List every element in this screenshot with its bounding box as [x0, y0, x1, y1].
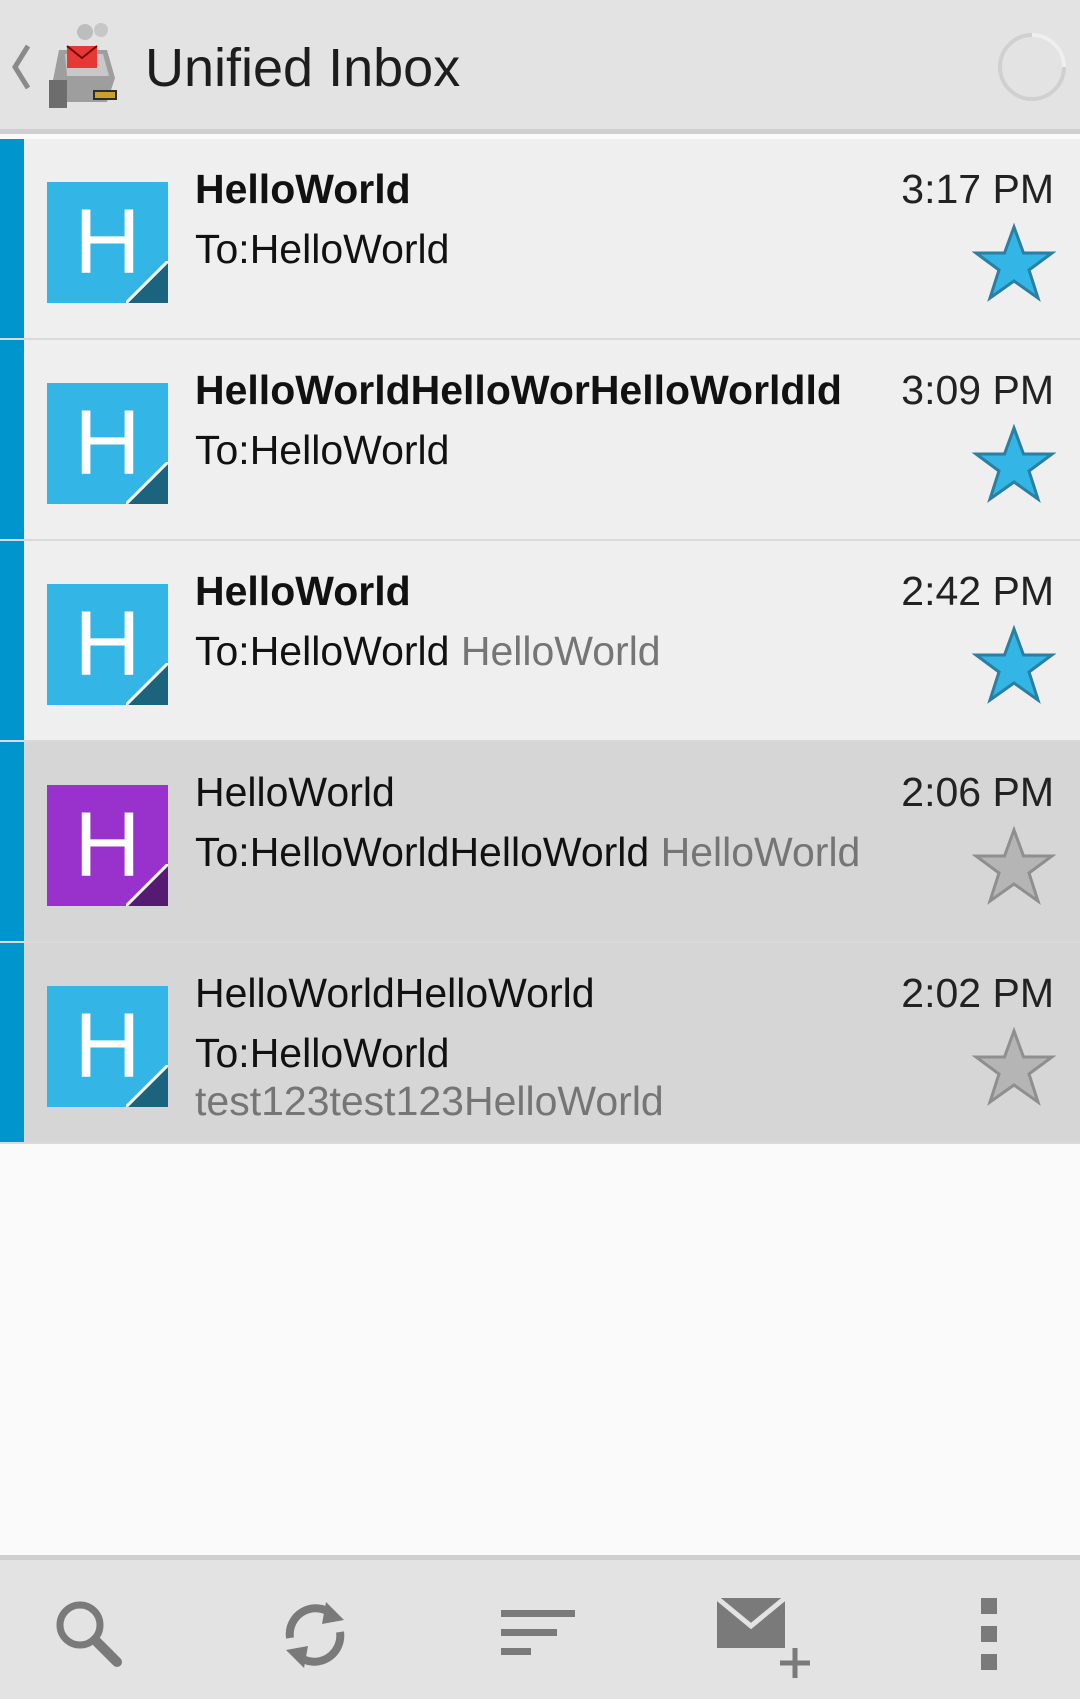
compose-icon[interactable] [715, 1590, 815, 1680]
message-list: H HelloWorld 3:17 PM To:HelloWorld H Hel… [0, 139, 1080, 1144]
star-icon[interactable] [972, 1027, 1056, 1107]
refresh-icon[interactable] [270, 1590, 360, 1680]
contact-avatar[interactable]: H [47, 182, 168, 303]
star-icon[interactable] [972, 223, 1056, 303]
account-color-stripe [0, 943, 24, 1142]
chevron-left-icon[interactable] [10, 40, 32, 94]
contact-avatar[interactable]: H [47, 383, 168, 504]
message-row[interactable]: H HelloWorldHelloWorld 2:02 PM To:HelloW… [0, 943, 1080, 1144]
k9-mail-logo-icon[interactable] [45, 20, 125, 112]
bottom-toolbar [0, 1555, 1080, 1699]
account-color-stripe [0, 139, 24, 338]
sender-name: HelloWorld [195, 568, 411, 614]
sender-name: HelloWorldHelloWorHelloWorldld [195, 367, 842, 413]
recipient-text: To:HelloWorld [195, 226, 450, 272]
sender-name: HelloWorld [195, 769, 395, 815]
preview-line: test123test123HelloWorld [195, 1078, 664, 1124]
preview-text: HelloWorld [660, 829, 861, 875]
message-time: 2:06 PM [901, 769, 1054, 815]
recipient-text: To:HelloWorld [195, 1030, 450, 1076]
loading-spinner-icon [995, 30, 1069, 104]
message-time: 2:02 PM [901, 970, 1054, 1016]
action-bar: Unified Inbox [0, 0, 1080, 134]
message-time: 2:42 PM [901, 568, 1054, 614]
contact-avatar[interactable]: H [47, 986, 168, 1107]
sender-name: HelloWorldHelloWorld [195, 970, 595, 1016]
message-time: 3:09 PM [901, 367, 1054, 413]
message-time: 3:17 PM [901, 166, 1054, 212]
message-row[interactable]: H HelloWorldHelloWorHelloWorldld 3:09 PM… [0, 340, 1080, 541]
sort-icon[interactable] [495, 1590, 585, 1680]
overflow-menu-icon[interactable] [945, 1590, 1035, 1680]
star-icon[interactable] [972, 424, 1056, 504]
contact-avatar[interactable]: H [47, 785, 168, 906]
recipient-text: To:HelloWorld [195, 427, 450, 473]
star-icon[interactable] [972, 826, 1056, 906]
contact-avatar[interactable]: H [47, 584, 168, 705]
sender-name: HelloWorld [195, 166, 411, 212]
star-icon[interactable] [972, 625, 1056, 705]
account-color-stripe [0, 742, 24, 941]
message-row[interactable]: H HelloWorld 2:42 PM To:HelloWorld Hello… [0, 541, 1080, 742]
recipient-line: To:HelloWorldHelloWorld HelloWorld [195, 828, 860, 876]
recipient-text: To:HelloWorldHelloWorld [195, 829, 650, 875]
recipient-line: To:HelloWorld [195, 1029, 449, 1077]
message-row[interactable]: H HelloWorld 3:17 PM To:HelloWorld [0, 139, 1080, 340]
recipient-line: To:HelloWorld HelloWorld [195, 627, 661, 675]
preview-text: HelloWorld [460, 628, 661, 674]
search-icon[interactable] [45, 1590, 135, 1680]
account-color-stripe [0, 340, 24, 539]
recipient-text: To:HelloWorld [195, 628, 450, 674]
recipient-line: To:HelloWorld [195, 225, 449, 273]
recipient-line: To:HelloWorld [195, 426, 449, 474]
account-color-stripe [0, 541, 24, 740]
page-title: Unified Inbox [145, 38, 461, 98]
message-row[interactable]: H HelloWorld 2:06 PM To:HelloWorldHelloW… [0, 742, 1080, 943]
